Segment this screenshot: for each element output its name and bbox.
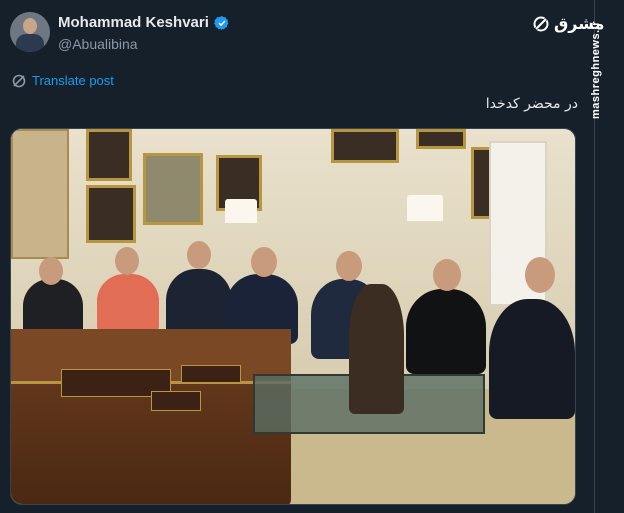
photo-desk [11,329,291,504]
photo-portrait-frame [331,129,399,163]
photo-desk-box [151,391,201,411]
photo-person [406,289,486,374]
photo-portrait-frame [86,185,136,243]
photo-mirror-frame [143,153,203,225]
photo-desk-box [181,365,241,383]
translate-icon [12,74,26,87]
post-photo[interactable] [10,128,576,505]
avatar[interactable] [10,12,50,52]
photo-bookshelf [11,129,69,259]
author-name-row: Mohammad Keshvari [58,14,230,31]
post-text: در محضر کدخدا [485,96,578,112]
photo-person [489,299,575,419]
photo-person-head [433,259,461,291]
author-display-name[interactable]: Mohammad Keshvari [58,14,209,31]
photo-person-head [115,247,139,275]
site-watermark: mashreghnews.ir [590,21,602,119]
photo-person-head [39,257,63,285]
photo-portrait-frame [86,129,132,181]
avatar-head-shape [23,18,37,34]
author-handle[interactable]: @Abualibina [58,36,138,52]
photo-lamp [407,195,443,221]
photo-person-head [251,247,277,277]
logo-swirl-icon [533,16,549,31]
translate-label[interactable]: Translate post [32,73,114,88]
photo-lamp [225,199,257,223]
photo-person-head [187,241,211,269]
photo-bust-sculpture [349,284,404,414]
photo-person [97,274,159,334]
photo-person-head [336,251,362,281]
photo-person-head [525,257,555,293]
avatar-body-shape [16,34,44,52]
photo-portrait-frame [416,129,466,149]
translate-post-link[interactable]: Translate post [12,73,114,88]
verified-badge-icon[interactable] [213,15,230,31]
